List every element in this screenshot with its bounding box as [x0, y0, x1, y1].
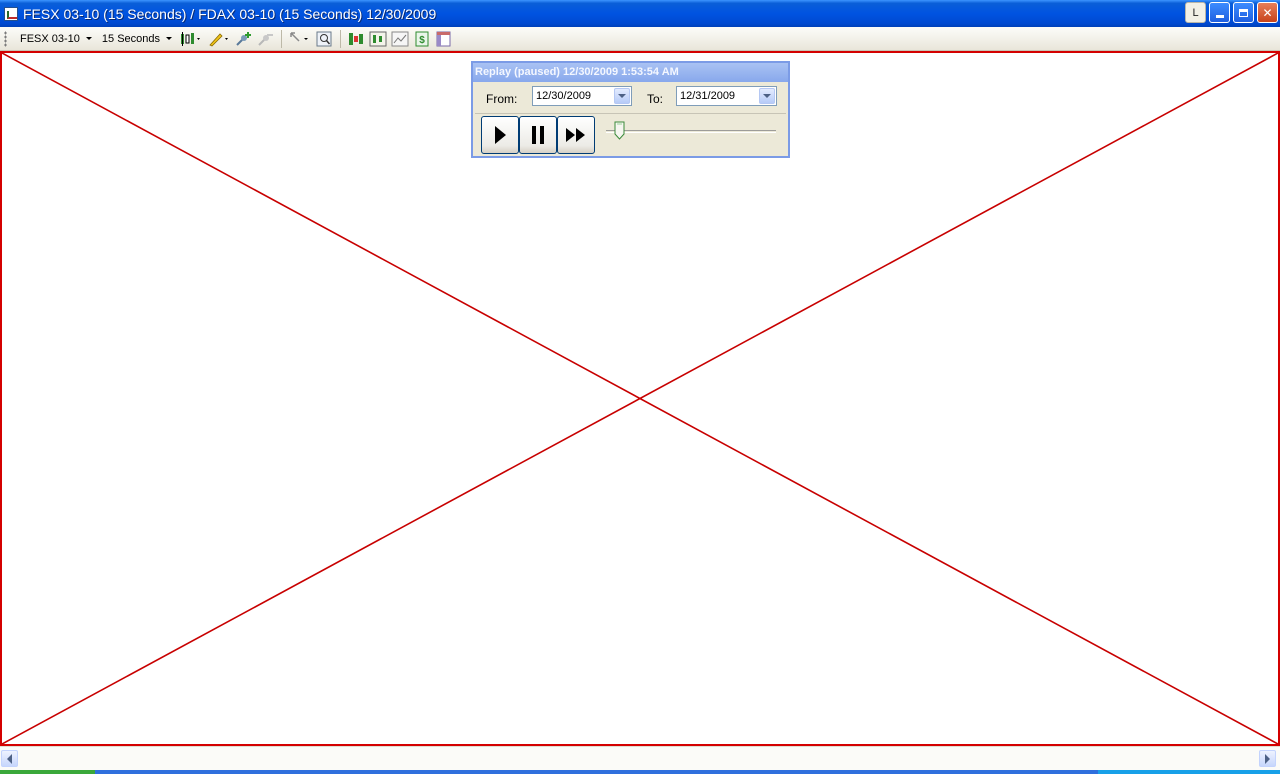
dialog-divider	[475, 113, 786, 114]
interval-selector[interactable]: 15 Seconds	[97, 29, 177, 49]
data-box-icon[interactable]	[347, 30, 365, 48]
from-date-picker[interactable]: 12/30/2009	[532, 86, 632, 106]
chart-style-icon[interactable]	[179, 30, 203, 48]
toolbar-grip[interactable]	[4, 30, 7, 47]
play-button[interactable]	[481, 116, 519, 154]
chevron-down-icon[interactable]	[614, 88, 630, 104]
instrument-selector[interactable]: FESX 03-10	[15, 29, 97, 49]
toolbar-separator	[281, 29, 283, 48]
remove-indicator-icon[interactable]	[257, 30, 275, 48]
close-button[interactable]: ✕	[1257, 2, 1278, 23]
minimize-icon	[1215, 15, 1224, 18]
chart-toolbar: FESX 03-10 15 Seconds $	[0, 27, 1280, 51]
template-icon[interactable]	[435, 30, 453, 48]
play-icon	[495, 126, 506, 144]
toolbar-separator	[340, 29, 342, 48]
chevron-left-icon	[7, 753, 12, 764]
chevron-down-icon	[166, 37, 173, 40]
restore-button[interactable]	[1233, 2, 1254, 23]
to-date-picker[interactable]: 12/31/2009	[676, 86, 777, 106]
window-title-bar[interactable]: FESX 03-10 (15 Seconds) / FDAX 03-10 (15…	[0, 0, 1280, 27]
fast-forward-icon	[566, 128, 585, 142]
chevron-right-icon	[1265, 753, 1270, 764]
window-controls: L ✕	[1185, 2, 1278, 23]
restore-icon	[1239, 8, 1248, 17]
chevron-down-icon	[85, 37, 92, 40]
svg-text:$: $	[419, 35, 425, 46]
chevron-down-icon[interactable]	[759, 88, 775, 104]
replay-speed-slider-thumb[interactable]	[614, 121, 625, 141]
add-indicator-icon[interactable]	[235, 30, 253, 48]
app-chart-icon	[4, 6, 18, 21]
money-icon[interactable]: $	[413, 30, 431, 48]
scroll-left-button[interactable]	[1, 750, 18, 767]
replay-control-window[interactable]: Replay (paused) 12/30/2009 1:53:54 AM Fr…	[471, 61, 790, 158]
pause-button[interactable]	[519, 116, 557, 154]
scroll-right-button[interactable]	[1259, 750, 1276, 767]
pause-icon	[532, 126, 544, 144]
from-label: From:	[486, 92, 518, 106]
minimize-button[interactable]	[1209, 2, 1230, 23]
close-icon: ✕	[1262, 5, 1273, 20]
zoom-icon[interactable]	[316, 30, 334, 48]
chart-horizontal-scrollbar[interactable]	[0, 746, 1280, 770]
from-date-value: 12/30/2009	[536, 90, 592, 102]
fast-forward-button[interactable]	[557, 116, 595, 154]
chart-trader-icon[interactable]	[369, 30, 387, 48]
to-label: To:	[647, 92, 664, 106]
window-title: FESX 03-10 (15 Seconds) / FDAX 03-10 (15…	[23, 5, 437, 22]
interval-label: 15 Seconds	[101, 32, 161, 45]
instrument-label: FESX 03-10	[20, 32, 80, 45]
properties-icon[interactable]	[391, 30, 409, 48]
taskbar-edge	[0, 770, 1280, 774]
drawing-tool-icon[interactable]	[207, 30, 231, 48]
replay-speed-track[interactable]	[606, 130, 776, 133]
link-button[interactable]: L	[1185, 2, 1206, 23]
replay-title[interactable]: Replay (paused) 12/30/2009 1:53:54 AM	[473, 63, 788, 82]
to-date-value: 12/31/2009	[680, 90, 736, 102]
cursor-select-icon[interactable]	[288, 30, 312, 48]
